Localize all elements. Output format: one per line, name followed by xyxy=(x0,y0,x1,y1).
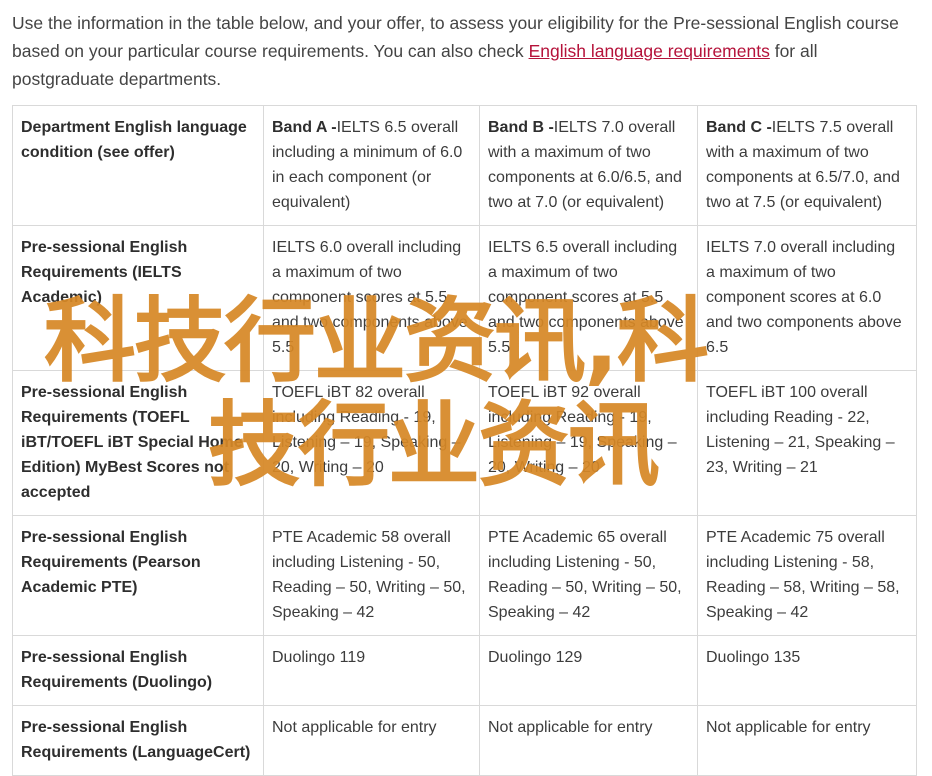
table-row: Pre-sessional English Requirements (Duol… xyxy=(12,635,917,706)
band-a-name: Band A - xyxy=(272,119,337,136)
row-label-languagecert: Pre-sessional English Requirements (Lang… xyxy=(12,705,264,776)
band-a-cell: Band A -IELTS 6.5 overall including a mi… xyxy=(263,105,480,226)
table-cell: PTE Academic 58 overall including Listen… xyxy=(263,515,480,636)
table-row: Pre-sessional English Requirements (Pear… xyxy=(12,515,917,636)
table-cell: Duolingo 135 xyxy=(697,635,917,706)
table-cell: IELTS 7.0 overall including a maximum of… xyxy=(697,225,917,371)
table-cell: TOEFL iBT 92 overall including Reading -… xyxy=(479,370,698,516)
table-cell: Not applicable for entry xyxy=(263,705,480,776)
table-cell: PTE Academic 75 overall including Listen… xyxy=(697,515,917,636)
band-c-name: Band C - xyxy=(706,119,772,136)
row-label-ielts: Pre-sessional English Requirements (IELT… xyxy=(12,225,264,371)
english-language-requirements-link[interactable]: English language requirements xyxy=(529,41,770,61)
row-label-toefl: Pre-sessional English Requirements (TOEF… xyxy=(12,370,264,516)
table-row: Pre-sessional English Requirements (Lang… xyxy=(12,705,917,776)
row-label-pte: Pre-sessional English Requirements (Pear… xyxy=(12,515,264,636)
table-cell: PTE Academic 65 overall including Listen… xyxy=(479,515,698,636)
table-cell: Not applicable for entry xyxy=(697,705,917,776)
band-b-name: Band B - xyxy=(488,119,554,136)
band-b-cell: Band B -IELTS 7.0 overall with a maximum… xyxy=(479,105,698,226)
table-cell: Duolingo 129 xyxy=(479,635,698,706)
table-cell: Not applicable for entry xyxy=(479,705,698,776)
table-cell: Duolingo 119 xyxy=(263,635,480,706)
table-cell: IELTS 6.0 overall including a maximum of… xyxy=(263,225,480,371)
table-cell: IELTS 6.5 overall including a maximum of… xyxy=(479,225,698,371)
requirements-table: Department English language condition (s… xyxy=(12,105,917,776)
band-c-cell: Band C -IELTS 7.5 overall with a maximum… xyxy=(697,105,917,226)
header-label-cell: Department English language condition (s… xyxy=(12,105,264,226)
row-label-duolingo: Pre-sessional English Requirements (Duol… xyxy=(12,635,264,706)
table-row: Pre-sessional English Requirements (IELT… xyxy=(12,225,917,371)
intro-paragraph: Use the information in the table below, … xyxy=(12,9,917,93)
table-cell: TOEFL iBT 82 overall including Reading -… xyxy=(263,370,480,516)
table-row: Pre-sessional English Requirements (TOEF… xyxy=(12,370,917,516)
table-cell: TOEFL iBT 100 overall including Reading … xyxy=(697,370,917,516)
table-header-row: Department English language condition (s… xyxy=(12,105,917,226)
